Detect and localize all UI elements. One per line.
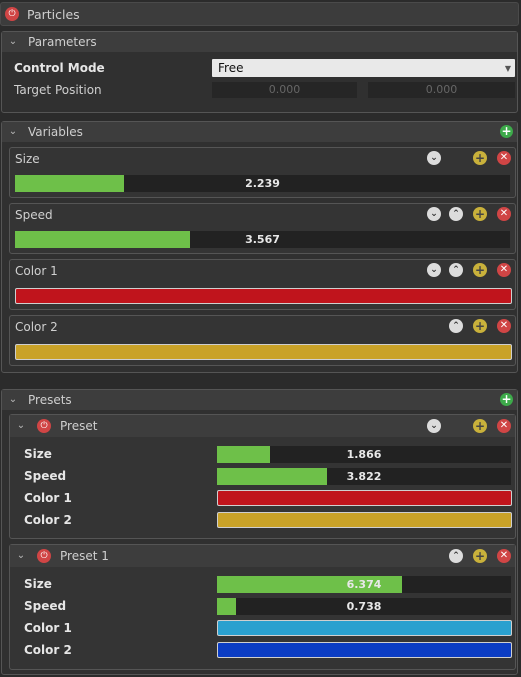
row-label: Color 1 [24,491,72,505]
color-swatch[interactable] [217,512,512,528]
row-label: Color 2 [24,513,72,527]
move-up-icon[interactable]: ⌃ [449,549,463,563]
control-mode-label: Control Mode [14,61,105,75]
remove-icon[interactable]: ✕ [497,549,511,563]
preset-name: Preset 1 [60,549,109,563]
presets-title: Presets [28,393,72,407]
chevron-down-icon[interactable]: ⌄ [8,37,18,47]
window-title: Particles [27,6,80,22]
color-swatch[interactable] [217,620,512,636]
row-label: Speed [24,469,67,483]
variable-label: Speed [15,208,53,222]
add-icon[interactable]: + [473,549,487,563]
target-x-field[interactable]: 0.000 [212,82,357,98]
slider-value: 2.239 [245,177,280,190]
chevron-down-icon[interactable]: ⌄ [16,551,26,561]
control-mode-dropdown[interactable]: Free ▼ [212,59,515,77]
remove-icon[interactable]: ✕ [497,207,511,221]
color-swatch[interactable] [217,490,512,506]
add-icon[interactable]: + [473,207,487,221]
target-y-field[interactable]: 0.000 [368,82,515,98]
chevron-down-icon[interactable]: ⌄ [8,395,18,405]
remove-icon[interactable]: ✕ [497,151,511,165]
control-mode-value: Free [218,61,244,75]
chevron-down-icon[interactable]: ⌄ [16,421,26,431]
move-up-icon[interactable]: ⌃ [449,319,463,333]
move-up-icon[interactable]: ⌃ [449,207,463,221]
remove-icon[interactable]: ✕ [497,263,511,277]
row-label: Size [24,577,52,591]
preset-name: Preset [60,419,98,433]
preset-size-slider[interactable]: 1.866 [217,446,511,463]
preset-header[interactable]: ⌄ ⏻ Preset 1 ⌃ + ✕ [10,545,515,567]
slider-value: 0.738 [346,600,382,613]
add-icon[interactable]: + [473,263,487,277]
move-down-icon[interactable]: ⌄ [427,207,441,221]
power-icon[interactable]: ⏻ [5,7,19,21]
variable-label: Color 1 [15,264,58,278]
row-label: Color 1 [24,621,72,635]
variable-card-color-2: Color 2 ⌃ + ✕ [9,315,516,366]
move-down-icon[interactable]: ⌄ [427,263,441,277]
slider-value: 1.866 [346,448,382,461]
preset-card: ⌄ ⏻ Preset ⌄ + ✕ Size 1.866 Speed 3.822 … [9,414,516,539]
color-swatch[interactable] [15,344,512,360]
variable-label: Color 2 [15,320,58,334]
add-icon[interactable]: + [473,151,487,165]
color-swatch[interactable] [217,642,512,658]
variables-header[interactable]: ⌄ Variables + [2,122,517,142]
slider-value: 6.374 [346,578,382,591]
variable-card-size: Size ⌄ + ✕ 2.239 [9,147,516,198]
parameters-header[interactable]: ⌄ Parameters [2,32,517,52]
target-position-label: Target Position [14,83,102,97]
move-down-icon[interactable]: ⌄ [427,151,441,165]
slider-value: 3.822 [346,470,382,483]
chevron-down-icon[interactable]: ⌄ [8,127,18,137]
variables-title: Variables [28,125,83,139]
remove-icon[interactable]: ✕ [497,419,511,433]
preset-speed-slider[interactable]: 0.738 [217,598,511,615]
variable-card-speed: Speed ⌄ ⌃ + ✕ 3.567 [9,203,516,254]
add-variable-icon[interactable]: + [500,125,513,138]
row-label: Size [24,447,52,461]
preset-1-card: ⌄ ⏻ Preset 1 ⌃ + ✕ Size 6.374 Speed 0.73… [9,544,516,670]
parameters-title: Parameters [28,35,97,49]
color-swatch[interactable] [15,288,512,304]
row-label: Color 2 [24,643,72,657]
add-preset-icon[interactable]: + [500,393,513,406]
add-icon[interactable]: + [473,319,487,333]
dropdown-caret-icon: ▼ [504,64,511,73]
variable-card-color-1: Color 1 ⌄ ⌃ + ✕ [9,259,516,310]
power-icon[interactable]: ⏻ [37,549,51,563]
window-title-bar: ⏻ Particles [0,2,519,26]
presets-header[interactable]: ⌄ Presets + [2,390,517,410]
remove-icon[interactable]: ✕ [497,319,511,333]
size-slider[interactable]: 2.239 [15,175,510,192]
speed-slider[interactable]: 3.567 [15,231,510,248]
power-icon[interactable]: ⏻ [37,419,51,433]
preset-header[interactable]: ⌄ ⏻ Preset ⌄ + ✕ [10,415,515,437]
variable-label: Size [15,152,40,166]
slider-value: 3.567 [245,233,280,246]
preset-speed-slider[interactable]: 3.822 [217,468,511,485]
add-icon[interactable]: + [473,419,487,433]
preset-size-slider[interactable]: 6.374 [217,576,511,593]
row-label: Speed [24,599,67,613]
move-down-icon[interactable]: ⌄ [427,419,441,433]
move-up-icon[interactable]: ⌃ [449,263,463,277]
